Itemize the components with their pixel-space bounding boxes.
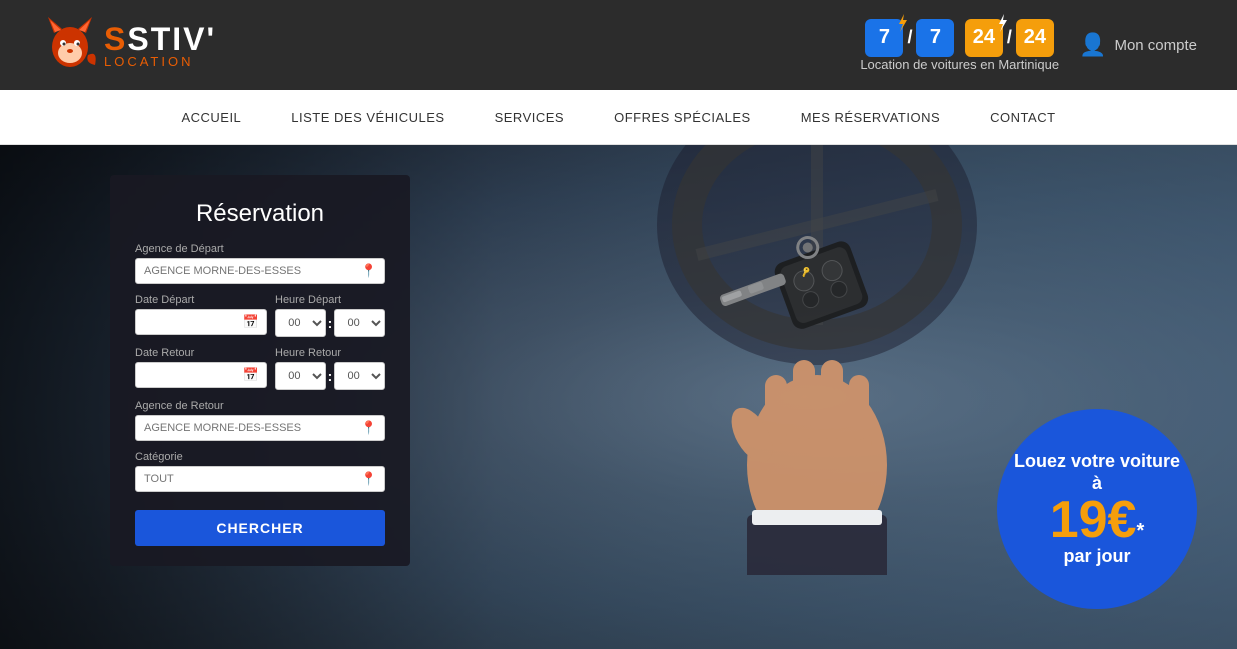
reservation-form: Réservation Agence de Départ 📍 Date Dépa… (110, 175, 410, 566)
date-depart-group: Date Départ 📅 (135, 294, 267, 337)
header: SSTIV' Location 7 / 7 (0, 0, 1237, 90)
heure-retour-label: Heure Retour (275, 347, 385, 359)
lightning-icon-blue (896, 14, 908, 32)
badge-7-right: 7 (916, 19, 954, 57)
car-key-svg: 🔑 (607, 145, 1027, 575)
agence-depart-group: Agence de Départ 📍 (135, 243, 385, 284)
categorie-label: Catégorie (135, 451, 385, 463)
promo-price: 19€* (1050, 494, 1145, 546)
date-depart-label: Date Départ (135, 294, 267, 306)
badge-24-right: 24 (1016, 19, 1054, 57)
account-icon: 👤 (1079, 32, 1106, 58)
date-retour-group: Date Retour 📅 (135, 347, 267, 390)
promo-text-top: Louez votre voiture à (1012, 451, 1182, 494)
heure-retour-h-select[interactable]: 00010206 08101214 16182022 (275, 362, 326, 390)
badges-area: 7 / 7 24 / (860, 19, 1059, 72)
nav-liste-vehicules[interactable]: LISTE DES VÉHICULES (291, 105, 444, 130)
nav-contact[interactable]: CONTACT (990, 105, 1055, 130)
time-badges: 7 / 7 24 / (865, 19, 1053, 57)
heure-retour-m-select[interactable]: 00153045 (334, 362, 385, 390)
date-depart-input-wrapper: 📅 (135, 309, 267, 335)
agence-retour-group: Agence de Retour 📍 (135, 400, 385, 441)
agence-retour-input-wrapper: 📍 (135, 415, 385, 441)
categorie-input[interactable] (135, 466, 385, 492)
header-right: 7 / 7 24 / (860, 19, 1197, 72)
promo-circle: Louez votre voiture à 19€* par jour (997, 409, 1197, 609)
heure-depart-m-select[interactable]: 00153045 (334, 309, 385, 337)
logo-area: SSTIV' Location (40, 15, 216, 75)
heure-depart-sep: : (328, 315, 333, 331)
heure-depart-inputs: 00010203 04050607 08091011 12131415 1617… (275, 309, 385, 337)
hero-section: 🔑 Réservation Agence de Départ 📍 Date Dé… (0, 145, 1237, 649)
agence-depart-label: Agence de Départ (135, 243, 385, 255)
nav-reservations[interactable]: MES RÉSERVATIONS (801, 105, 940, 130)
categorie-group: Catégorie 📍 (135, 451, 385, 492)
date-retour-label: Date Retour (135, 347, 267, 359)
nav-services[interactable]: SERVICES (495, 105, 565, 130)
date-heure-retour-row: Date Retour 📅 Heure Retour 00010206 0810… (135, 347, 385, 400)
heure-retour-sep: : (328, 368, 333, 384)
badge-7-left: 7 (865, 19, 903, 57)
form-title: Réservation (135, 200, 385, 228)
agence-depart-input[interactable] (135, 258, 385, 284)
promo-text-bottom: par jour (1063, 546, 1130, 567)
logo-fox-icon (40, 15, 100, 75)
chercher-button[interactable]: CHERCHER (135, 510, 385, 546)
nav-accueil[interactable]: ACCUEIL (181, 105, 241, 130)
navbar: ACCUEIL LISTE DES VÉHICULES SERVICES OFF… (0, 90, 1237, 145)
date-retour-input[interactable] (135, 362, 267, 388)
date-retour-input-wrapper: 📅 (135, 362, 267, 388)
heure-retour-inputs: 00010206 08101214 16182022 : 00153045 (275, 362, 385, 390)
promo-asterisk: * (1136, 520, 1144, 542)
logo-text: SSTIV' Location (104, 23, 216, 68)
account-button[interactable]: 👤 Mon compte (1079, 32, 1197, 58)
heure-depart-group: Heure Départ 00010203 04050607 08091011 … (275, 294, 385, 337)
lightning-icon-orange (996, 14, 1008, 32)
logo-brand: SSTIV' (104, 23, 216, 55)
promo-price-value: 19€ (1050, 491, 1137, 549)
logo-subtitle: Location (104, 55, 216, 68)
heure-depart-label: Heure Départ (275, 294, 385, 306)
date-heure-depart-row: Date Départ 📅 Heure Départ 00010203 0405… (135, 294, 385, 347)
badge-24-left: 24 (965, 19, 1003, 57)
heure-depart-h-select[interactable]: 00010203 04050607 08091011 12131415 1617… (275, 309, 326, 337)
agence-retour-input[interactable] (135, 415, 385, 441)
categorie-input-wrapper: 📍 (135, 466, 385, 492)
date-depart-input[interactable] (135, 309, 267, 335)
account-label: Mon compte (1114, 37, 1197, 54)
heure-retour-group: Heure Retour 00010206 08101214 16182022 … (275, 347, 385, 390)
agence-retour-label: Agence de Retour (135, 400, 385, 412)
hero-illustration: 🔑 (587, 145, 1087, 649)
agence-depart-input-wrapper: 📍 (135, 258, 385, 284)
nav-offres[interactable]: OFFRES SPÉCIALES (614, 105, 751, 130)
tagline: Location de voitures en Martinique (860, 57, 1059, 72)
